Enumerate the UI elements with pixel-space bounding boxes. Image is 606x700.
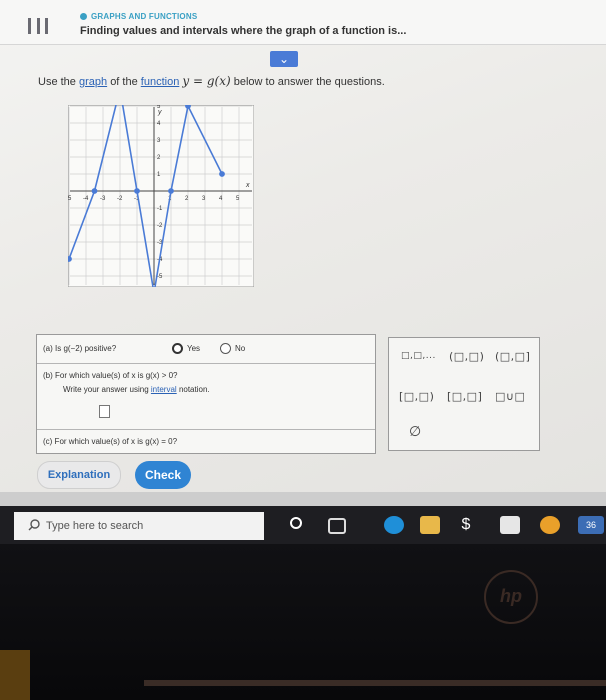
explanation-button[interactable]: Explanation bbox=[37, 461, 121, 489]
search-icon bbox=[28, 519, 40, 531]
lesson-header: GRAPHS AND FUNCTIONS Finding values and … bbox=[0, 0, 606, 45]
curve-point bbox=[168, 188, 174, 194]
interval-link[interactable]: interval bbox=[151, 385, 177, 394]
x-tick-label: -4 bbox=[83, 196, 89, 202]
curve-point bbox=[219, 171, 225, 177]
function-link[interactable]: function bbox=[141, 76, 180, 88]
part-c-row: (c) For which value(s) of x is g(x) = 0? bbox=[37, 429, 375, 453]
palette-closed-closed-button[interactable]: [□,□] bbox=[447, 390, 482, 403]
page-footer-bar bbox=[0, 492, 606, 506]
file-explorer-icon[interactable] bbox=[420, 516, 440, 534]
topic-label: GRAPHS AND FUNCTIONS bbox=[91, 12, 198, 21]
question-prompt: Use the graph of the function y = g(x) b… bbox=[38, 74, 385, 88]
no-radio[interactable] bbox=[220, 343, 231, 354]
palette-empty-set-button[interactable]: ∅ bbox=[409, 424, 422, 440]
function-graph: xy-5-4-3-2-11234554321-1-2-3-4-5 bbox=[68, 105, 254, 287]
yes-radio[interactable] bbox=[172, 343, 183, 354]
palette-closed-open-button[interactable]: [□,□) bbox=[399, 390, 434, 403]
lesson-title: Finding values and intervals where the g… bbox=[80, 25, 407, 37]
hint-suffix: notation. bbox=[178, 385, 210, 394]
graph-link[interactable]: graph bbox=[79, 76, 107, 88]
y-tick-label: -1 bbox=[157, 206, 163, 212]
q-suffix: below to answer the questions. bbox=[233, 76, 385, 88]
browser-screen: GRAPHS AND FUNCTIONS Finding values and … bbox=[0, 0, 606, 540]
notification-badge[interactable]: 36 bbox=[578, 516, 604, 534]
laptop-edge bbox=[144, 680, 606, 686]
menu-icon[interactable] bbox=[28, 18, 48, 34]
q-of-the: of the bbox=[110, 76, 138, 88]
question-panel: (a) Is g(−2) positive? Yes No (b) For wh… bbox=[36, 334, 376, 454]
y-axis-label: y bbox=[157, 109, 162, 116]
chrome-icon[interactable] bbox=[540, 516, 560, 534]
store-dollar-icon[interactable]: $ bbox=[456, 516, 476, 534]
interval-palette: □,□,... (□,□) (□,□] [□,□) [□,□] □∪□ ∅ bbox=[388, 337, 540, 451]
curve-point bbox=[91, 188, 98, 194]
palette-union-button[interactable]: □∪□ bbox=[495, 390, 525, 403]
curve-point bbox=[134, 188, 140, 194]
no-label: No bbox=[235, 344, 246, 353]
windows-taskbar: Type here to search $ 36 bbox=[0, 506, 606, 544]
curve-point bbox=[68, 256, 72, 262]
hint-prefix: Write your answer using bbox=[63, 385, 149, 394]
part-b-answer-input[interactable] bbox=[99, 405, 110, 418]
part-a-row: (a) Is g(−2) positive? Yes No bbox=[37, 335, 375, 364]
collapse-chevron-button[interactable]: ⌄ bbox=[270, 51, 298, 67]
search-placeholder: Type here to search bbox=[46, 520, 144, 532]
curve-point bbox=[185, 105, 191, 109]
q-prefix: Use the bbox=[38, 76, 76, 88]
palette-open-open-button[interactable]: (□,□) bbox=[449, 350, 484, 363]
part-a-label: (a) Is g(−2) positive? bbox=[43, 344, 117, 353]
x-tick-label: -3 bbox=[100, 196, 106, 202]
edge-icon[interactable] bbox=[384, 516, 404, 534]
check-button[interactable]: Check bbox=[135, 461, 191, 489]
hp-logo: hp bbox=[484, 570, 538, 624]
topic-dot-icon bbox=[80, 13, 87, 20]
y-tick-label: -2 bbox=[157, 223, 163, 229]
taskbar-search[interactable]: Type here to search bbox=[14, 512, 264, 540]
topic-breadcrumb: GRAPHS AND FUNCTIONS bbox=[80, 12, 197, 21]
palette-open-closed-button[interactable]: (□,□] bbox=[495, 350, 530, 363]
y-tick-label: -5 bbox=[157, 274, 163, 280]
task-view-icon[interactable] bbox=[328, 518, 346, 534]
left-edge-reflection bbox=[0, 650, 30, 700]
function-expression: y = g(x) bbox=[182, 74, 231, 88]
store-icon[interactable] bbox=[500, 516, 520, 534]
x-axis-label: x bbox=[245, 182, 250, 189]
x-tick-label: -2 bbox=[117, 196, 123, 202]
palette-list-button[interactable]: □,□,... bbox=[401, 351, 436, 361]
yes-label: Yes bbox=[187, 344, 201, 353]
part-b-row: (b) For which value(s) of x is g(x) > 0?… bbox=[37, 363, 375, 430]
part-b-label: (b) For which value(s) of x is g(x) > 0? bbox=[43, 371, 178, 380]
cortana-icon[interactable] bbox=[290, 517, 302, 529]
part-b-hint: Write your answer using interval notatio… bbox=[63, 385, 210, 394]
part-c-label: (c) For which value(s) of x is g(x) = 0? bbox=[43, 437, 178, 446]
